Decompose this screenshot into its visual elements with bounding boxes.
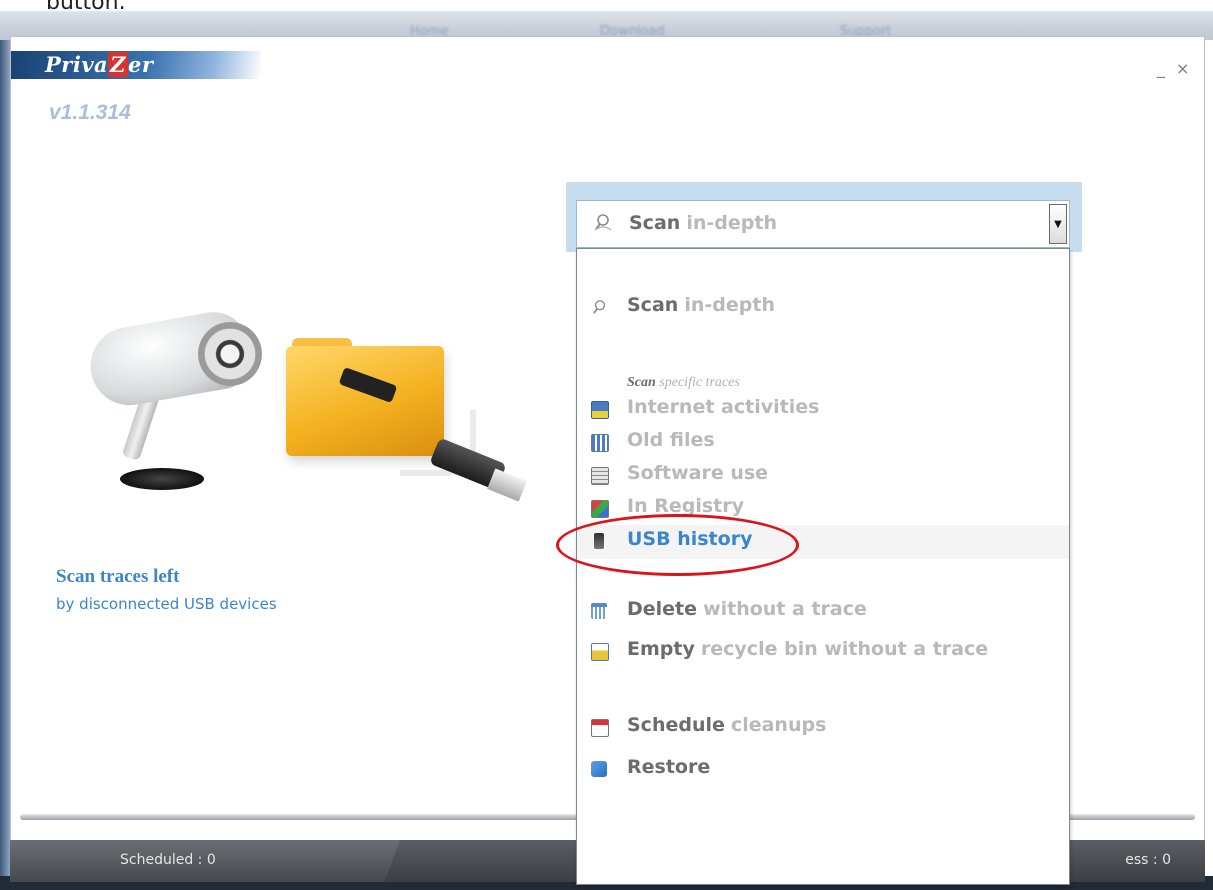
menu-item-internet-activities[interactable]: Internet activities — [577, 393, 1069, 427]
scheduled-count: Scheduled : 0 — [120, 852, 216, 868]
usb-icon — [591, 533, 607, 549]
menu-item-label: Old files — [627, 429, 715, 451]
minimize-button[interactable]: _ — [1155, 59, 1169, 78]
magnify-icon — [591, 299, 607, 315]
menu-item-label: In Registry — [627, 495, 744, 517]
mode-selector-value-light: in-depth — [686, 212, 777, 234]
menu-item-sublabel: in-depth — [684, 294, 775, 316]
mode-selector[interactable]: Scan in-depth ▼ — [576, 200, 1070, 248]
recycle-bin-icon — [591, 643, 609, 661]
mode-selector-value-bold: Scan — [629, 212, 681, 234]
logo-text-left: Priva — [45, 52, 109, 77]
menu-item-delete[interactable]: Delete without a trace — [577, 595, 1069, 629]
calendar-icon — [591, 719, 609, 737]
browser-header-strip: button. Home Download Support — [0, 0, 1213, 40]
section-header-light: specific traces — [659, 375, 740, 390]
menu-item-software-use[interactable]: Software use — [577, 459, 1069, 493]
camera-lens — [198, 322, 262, 386]
menu-item-label: Delete — [627, 598, 698, 620]
software-icon — [591, 467, 609, 485]
menu-item-label: USB history — [627, 528, 753, 550]
background-edge — [0, 40, 10, 890]
section-header-bold: Scan — [627, 375, 656, 390]
menu-item-old-files[interactable]: Old files — [577, 426, 1069, 460]
description-title: Scan traces left — [56, 566, 180, 587]
mode-selector-value: Scan in-depth — [629, 212, 777, 234]
progress-count: ess : 0 — [1125, 852, 1171, 868]
menu-item-sublabel: without a trace — [703, 598, 867, 620]
mode-dropdown-list: Scan in-depth Scan specific traces Inter… — [576, 248, 1070, 885]
menu-item-label: Software use — [627, 462, 769, 484]
menu-item-label: Scan — [627, 294, 679, 316]
menu-item-empty-recycle-bin[interactable]: Empty recycle bin without a trace — [577, 635, 1069, 669]
menu-item-sublabel: recycle bin without a trace — [700, 638, 989, 660]
magnify-icon — [593, 213, 613, 236]
page-caption: button. — [46, 0, 126, 15]
menu-item-label: Restore — [627, 756, 711, 778]
menu-item-label: Schedule — [627, 714, 725, 736]
close-button[interactable]: × — [1176, 59, 1190, 78]
chevron-down-icon[interactable]: ▼ — [1049, 204, 1067, 244]
camera-base — [120, 468, 204, 490]
section-header-specific-traces: Scan specific traces — [627, 375, 740, 391]
shredder-icon — [591, 603, 607, 619]
app-logo: PrivaZer — [45, 52, 153, 77]
menu-item-label: Internet activities — [627, 396, 820, 418]
old-files-icon — [591, 434, 609, 452]
usb-scan-illustration — [60, 300, 550, 530]
logo-text-right: er — [128, 52, 154, 77]
internet-icon — [591, 401, 609, 419]
menu-item-restore[interactable]: Restore — [577, 753, 1069, 787]
restore-icon — [591, 761, 607, 777]
menu-item-label: Empty — [627, 638, 695, 660]
window-controls: _ × — [1155, 59, 1190, 78]
menu-item-sublabel: cleanups — [730, 714, 827, 736]
menu-item-scan-in-depth[interactable]: Scan in-depth — [577, 291, 1069, 325]
usb-plug-tip — [487, 468, 527, 502]
app-version: v1.1.314 — [49, 101, 131, 124]
menu-item-in-registry[interactable]: In Registry — [577, 492, 1069, 526]
menu-item-schedule-cleanups[interactable]: Schedule cleanups — [577, 711, 1069, 745]
logo-z-mark: Z — [108, 52, 128, 77]
menu-item-usb-history[interactable]: USB history — [577, 525, 1069, 559]
registry-icon — [591, 500, 609, 518]
description-subtitle: by disconnected USB devices — [56, 595, 277, 613]
